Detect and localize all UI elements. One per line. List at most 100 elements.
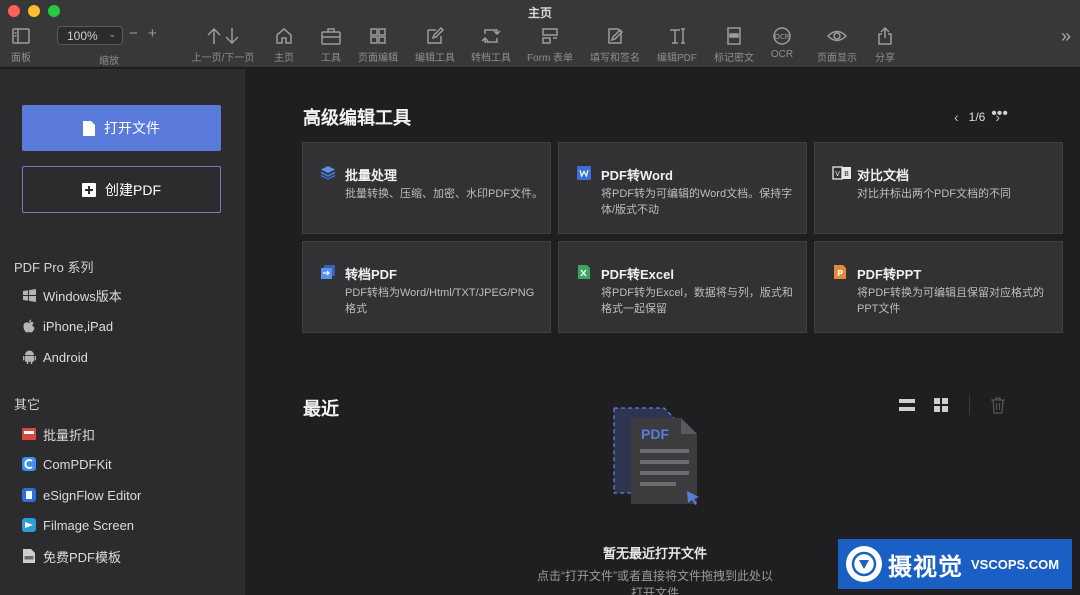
- convert-tool-button[interactable]: 转档工具: [469, 24, 513, 64]
- tools-label: 工具: [321, 53, 341, 64]
- recent-section-title: 最近: [303, 399, 339, 419]
- chevron-left-icon[interactable]: ‹: [954, 109, 959, 125]
- home-button[interactable]: 主页: [271, 24, 297, 64]
- tools-button[interactable]: 工具: [318, 24, 344, 64]
- sidebar-item-label: 免费PDF模板: [43, 549, 122, 565]
- sidebar-item-windows[interactable]: Windows版本: [22, 285, 122, 305]
- convert-pdf-icon: [320, 264, 336, 280]
- sidebar-item-label: Android: [43, 349, 88, 365]
- view-divider: [969, 395, 970, 415]
- sidebar-item-compdfkit[interactable]: ComPDFKit: [22, 454, 112, 474]
- other-section-title: 其它: [14, 397, 41, 412]
- redact-button[interactable]: 标记密文: [712, 24, 756, 64]
- sidebar-item-label: iPhone,iPad: [43, 318, 114, 334]
- grid-pages-icon: [356, 24, 400, 48]
- form-icon: [525, 24, 575, 48]
- sidebar-item-free-templates[interactable]: 免费PDF模板: [22, 546, 121, 566]
- ppt-icon: P: [832, 264, 848, 280]
- form-label: Form 表单: [526, 53, 574, 64]
- tool-card-batch[interactable]: 批量处理 批量转换、压缩、加密、水印PDF文件。: [302, 142, 551, 234]
- tool-card-title: PDF转Word: [601, 168, 673, 183]
- grid-view-icon[interactable]: [933, 398, 949, 417]
- svg-text:OCR: OCR: [774, 33, 789, 41]
- panel-label: 面板: [11, 53, 31, 64]
- ocr-label: OCR: [770, 49, 794, 60]
- redact-label: 标记密文: [714, 53, 754, 64]
- edit-pdf-button[interactable]: 编辑PDF: [655, 24, 699, 64]
- share-button[interactable]: 分享: [872, 24, 898, 64]
- edit-tool-label: 编辑工具: [415, 53, 455, 64]
- form-button[interactable]: Form 表单: [525, 24, 575, 64]
- list-view-icon[interactable]: [899, 398, 915, 417]
- sidebar: 打开文件 创建PDF PDF Pro 系列 Windows版本 iPhone,i…: [0, 69, 245, 595]
- ocr-icon: OCR: [767, 24, 797, 48]
- tool-card-title: 批量处理: [345, 168, 398, 183]
- watermark-en: VSCOPS.COM: [971, 556, 1060, 572]
- tool-card-title: PDF转PPT: [857, 267, 922, 282]
- sidebar-item-label: ComPDFKit: [43, 456, 112, 472]
- redact-icon: [712, 24, 756, 48]
- tool-card-compare[interactable]: BV 对比文档 对比并标出两个PDF文档的不同: [814, 142, 1063, 234]
- sidebar-item-iphone-ipad[interactable]: iPhone,iPad: [22, 316, 113, 336]
- convert-label: 转档工具: [471, 53, 511, 64]
- windows-icon: [22, 288, 36, 302]
- svg-text:PDF: PDF: [641, 426, 669, 442]
- ocr-button[interactable]: OCR OCR: [767, 24, 797, 60]
- svg-text:V: V: [835, 170, 840, 178]
- edit-icon: [413, 24, 457, 48]
- chevron-down-icon: ⌄: [108, 29, 116, 39]
- edit-pdf-label: 编辑PDF: [657, 53, 697, 64]
- nav-label: 上一页/下一页: [191, 53, 255, 64]
- more-options-button[interactable]: •••: [991, 105, 1008, 123]
- tool-card-pdf-to-word[interactable]: PDF转Word 将PDF转为可编辑的Word文档。保持字体/版式不动: [558, 142, 807, 234]
- sign-icon: [587, 24, 643, 48]
- tool-card-convert-pdf[interactable]: 转档PDF PDF转档为Word/Html/TXT/JPEG/PNG格式: [302, 241, 551, 333]
- page-indicator: 1/6: [968, 110, 986, 124]
- zoom-value: 100%: [67, 29, 98, 43]
- tool-card-pdf-to-ppt[interactable]: P PDF转PPT 将PDF转换为可编辑且保留对应格式的PPT文件: [814, 241, 1063, 333]
- sidebar-item-label: 批量折扣: [43, 427, 96, 443]
- tools-section-title: 高级编辑工具: [303, 108, 411, 128]
- filmage-icon: [22, 518, 36, 532]
- sidebar-item-label: Windows版本: [43, 288, 122, 304]
- zoom-select[interactable]: 100% ⌄: [57, 26, 123, 45]
- share-icon: [872, 24, 898, 48]
- panel-button[interactable]: 面板: [6, 24, 36, 64]
- sidebar-item-filmage[interactable]: Filmage Screen: [22, 515, 134, 535]
- page-display-button[interactable]: 页面显示: [815, 24, 859, 64]
- tool-card-desc: 对比并标出两个PDF文档的不同: [857, 188, 1011, 200]
- fill-sign-label: 填写和签名: [590, 53, 640, 64]
- share-label: 分享: [875, 53, 895, 64]
- android-icon: [22, 350, 36, 364]
- excel-icon: [576, 264, 592, 280]
- sidebar-item-label: Filmage Screen: [43, 517, 135, 533]
- trash-icon[interactable]: [990, 396, 1006, 419]
- tool-card-desc: 批量转换、压缩、加密、水印PDF文件。: [345, 188, 543, 200]
- edit-tool-button[interactable]: 编辑工具: [413, 24, 457, 64]
- zoom-out-button[interactable]: −: [129, 25, 138, 42]
- page-edit-button[interactable]: 页面编辑: [356, 24, 400, 64]
- toolbox-icon: [318, 24, 344, 48]
- toolbar-overflow-button[interactable]: »: [1056, 26, 1076, 47]
- watermark-logo-icon: [846, 546, 882, 582]
- home-icon: [271, 24, 297, 48]
- tool-card-pdf-to-excel[interactable]: PDF转Excel 将PDF转为Excel，数据将与列，版式和格式一起保留: [558, 241, 807, 333]
- fill-sign-button[interactable]: 填写和签名: [587, 24, 643, 64]
- sidebar-item-android[interactable]: Android: [22, 347, 88, 367]
- open-file-button[interactable]: 打开文件: [22, 105, 221, 151]
- panel-icon: [6, 24, 36, 48]
- empty-recent-illustration: PDF: [613, 407, 699, 505]
- sale-icon: [22, 427, 36, 441]
- zoom-label: 缩放: [99, 56, 119, 67]
- page-edit-label: 页面编辑: [358, 53, 398, 64]
- zoom-in-button[interactable]: +: [148, 25, 157, 42]
- toolbar: 面板 100% ⌄ − + 缩放 上一页/下一页 主页 工具 页面编辑 编辑工具…: [0, 22, 1080, 68]
- sidebar-item-bulk-discount[interactable]: 批量折扣: [22, 424, 95, 444]
- template-icon: [22, 549, 36, 563]
- tool-card-desc: PDF转档为Word/Html/TXT/JPEG/PNG格式: [345, 287, 535, 315]
- text-tool-icon: [655, 24, 699, 48]
- apple-icon: [22, 319, 36, 333]
- prev-next-page-button[interactable]: 上一页/下一页: [187, 24, 259, 64]
- sidebar-item-esignflow[interactable]: eSignFlow Editor: [22, 485, 141, 505]
- create-pdf-button[interactable]: 创建PDF: [22, 166, 221, 213]
